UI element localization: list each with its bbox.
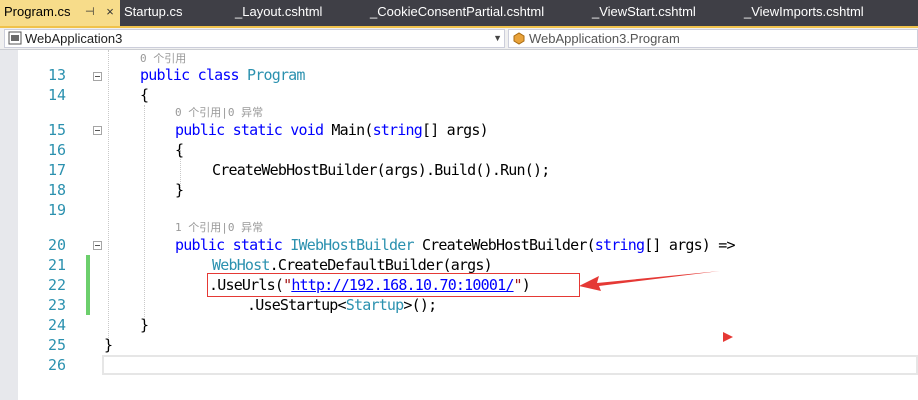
type-dropdown[interactable]: WebApplication3.Program xyxy=(508,29,918,48)
codelens-references[interactable]: 0 个引用|0 异常 xyxy=(175,106,263,120)
code-line: } xyxy=(175,181,184,199)
code-line: } xyxy=(140,316,149,334)
line-number: 15 xyxy=(47,121,66,139)
code-line: public static IWebHostBuilder CreateWebH… xyxy=(175,236,736,254)
current-line-highlight xyxy=(102,355,918,375)
class-icon xyxy=(513,32,525,45)
change-indicator xyxy=(86,255,90,315)
document-tab-bar: Program.cs ⊣ × Startup.cs _Layout.cshtml… xyxy=(0,0,918,28)
tab-label: _CookieConsentPartial.cshtml xyxy=(370,4,545,19)
tab-label: Program.cs xyxy=(4,4,71,19)
collapse-icon[interactable] xyxy=(93,241,102,250)
project-dropdown[interactable]: WebApplication3 ▼ xyxy=(4,29,505,48)
line-number: 24 xyxy=(47,316,66,334)
tab-label: _ViewImports.cshtml xyxy=(744,4,864,19)
line-number: 14 xyxy=(47,86,66,104)
collapse-icon[interactable] xyxy=(93,72,102,81)
code-line: .UseStartup<Startup>(); xyxy=(247,296,437,314)
code-line: } xyxy=(104,336,113,354)
line-number: 25 xyxy=(47,336,66,354)
tab-label: _Layout.cshtml xyxy=(235,4,323,19)
line-number: 16 xyxy=(47,141,66,159)
red-marker-icon xyxy=(723,332,733,342)
line-number: 26 xyxy=(47,356,66,374)
csharp-project-icon xyxy=(8,31,22,45)
tab-layout-cshtml[interactable]: _Layout.cshtml xyxy=(235,0,322,26)
code-line: public class Program xyxy=(140,66,305,84)
indent-guide xyxy=(144,105,145,325)
codelens-references[interactable]: 1 个引用|0 异常 xyxy=(175,221,263,235)
type-name: WebApplication3.Program xyxy=(529,31,680,46)
code-editor[interactable]: 0 个引用 0 个引用|0 异常 1 个引用|0 异常 13 14 15 16 … xyxy=(0,50,918,400)
chevron-down-icon: ▼ xyxy=(493,33,502,43)
pin-icon[interactable]: ⊣ xyxy=(85,0,99,24)
line-number: 18 xyxy=(47,181,66,199)
tab-label: Startup.cs xyxy=(124,4,183,19)
line-number: 13 xyxy=(47,66,66,84)
line-number: 22 xyxy=(47,276,66,294)
line-number: 21 xyxy=(47,256,66,274)
line-number: 20 xyxy=(47,236,66,254)
code-line: CreateWebHostBuilder(args).Build().Run()… xyxy=(212,161,550,179)
code-line: public static void Main(string[] args) xyxy=(175,121,489,139)
close-icon[interactable]: × xyxy=(103,0,117,24)
project-name: WebApplication3 xyxy=(25,31,123,46)
tab-program-cs[interactable]: Program.cs ⊣ × xyxy=(0,0,120,26)
tab-viewimports-cshtml[interactable]: _ViewImports.cshtml xyxy=(744,0,864,26)
tab-label: _ViewStart.cshtml xyxy=(592,4,696,19)
editor-margin-strip xyxy=(0,50,18,400)
tab-startup-cs[interactable]: Startup.cs xyxy=(124,0,183,26)
collapse-icon[interactable] xyxy=(93,126,102,135)
tab-cookie-consent-partial[interactable]: _CookieConsentPartial.cshtml xyxy=(370,0,544,26)
indent-guide xyxy=(108,50,109,340)
tab-viewstart-cshtml[interactable]: _ViewStart.cshtml xyxy=(592,0,696,26)
navigation-bar: WebApplication3 ▼ WebApplication3.Progra… xyxy=(0,28,918,50)
annotation-arrow-icon xyxy=(579,271,720,291)
line-number: 17 xyxy=(47,161,66,179)
code-line: { xyxy=(140,86,149,104)
line-number: 23 xyxy=(47,296,66,314)
line-number: 19 xyxy=(47,201,66,219)
annotation-highlight-box xyxy=(207,273,580,297)
code-line: { xyxy=(175,141,184,159)
codelens-references[interactable]: 0 个引用 xyxy=(140,52,186,66)
code-line: WebHost.CreateDefaultBuilder(args) xyxy=(212,256,493,274)
